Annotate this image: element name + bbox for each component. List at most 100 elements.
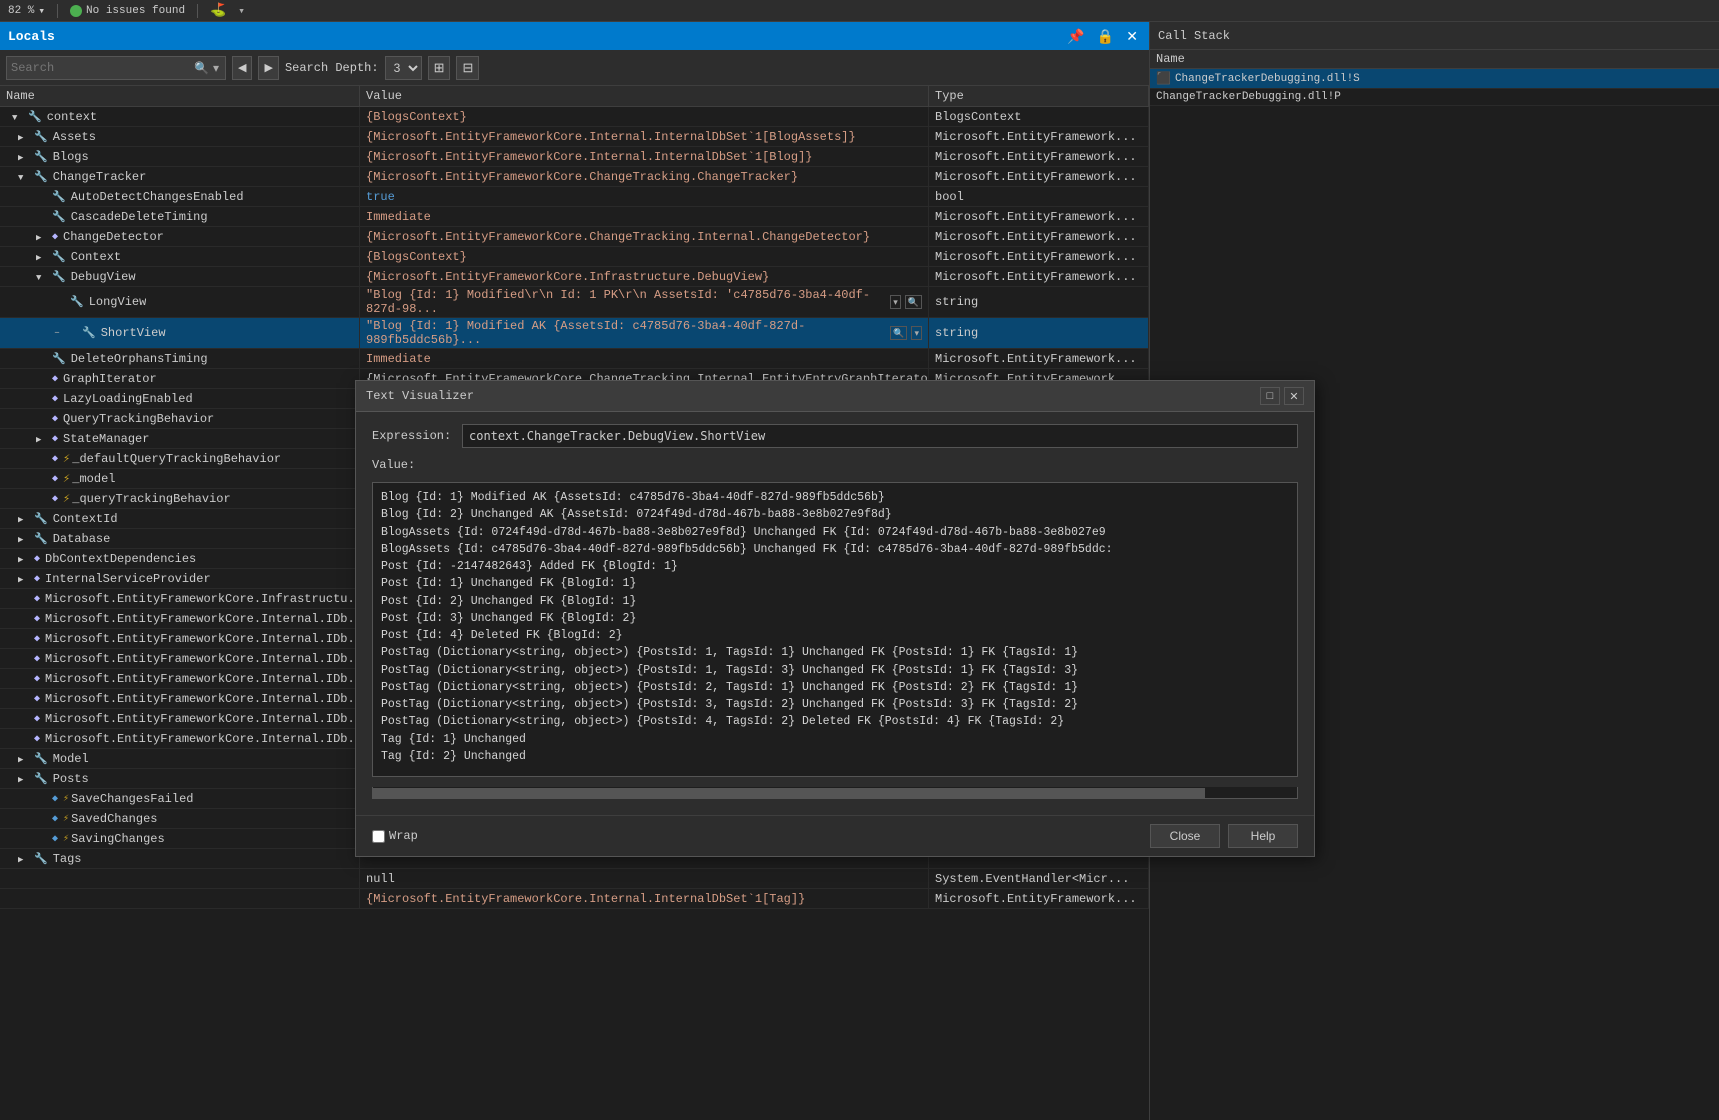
row-type: BlogsContext xyxy=(929,107,1149,126)
expand-isp[interactable] xyxy=(18,572,32,586)
expand-debugview[interactable] xyxy=(36,270,50,284)
table-row[interactable]: ◆ ChangeDetector {Microsoft.EntityFramew… xyxy=(0,227,1149,247)
row-name: 🔧 Blogs xyxy=(0,147,360,166)
expand-model[interactable] xyxy=(18,752,32,766)
row-type: Microsoft.EntityFramework... xyxy=(929,889,1149,908)
row-name: ◆ Microsoft.EntityFrameworkCore.Infrastr… xyxy=(0,589,360,608)
expand-contextid[interactable] xyxy=(18,512,32,526)
name-text: InternalServiceProvider xyxy=(45,572,211,586)
back-button[interactable]: ◀ xyxy=(232,56,252,80)
zoom-dropdown-icon[interactable]: ▾ xyxy=(38,4,45,18)
search-input-wrap[interactable]: 🔍 ▾ xyxy=(6,56,226,80)
table-row[interactable]: 🔧 Context {BlogsContext} Microsoft.Entit… xyxy=(0,247,1149,267)
row-name: 🔧 ChangeTracker xyxy=(0,167,360,186)
visualizer-dropdown-button[interactable]: ▾ xyxy=(911,326,922,340)
table-row[interactable]: {Microsoft.EntityFrameworkCore.Internal.… xyxy=(0,889,1149,909)
row-name: 🔧 LongView xyxy=(0,287,360,317)
name-text: ChangeTracker xyxy=(53,170,147,184)
search-depth-select[interactable]: 3 1 2 4 5 xyxy=(385,56,422,80)
callstack-row[interactable]: ⬛ ChangeTrackerDebugging.dll!S xyxy=(1150,69,1719,89)
table-row[interactable]: 🔧 DebugView {Microsoft.EntityFrameworkCo… xyxy=(0,267,1149,287)
expand-posts[interactable] xyxy=(18,772,32,786)
expand-tags[interactable] xyxy=(18,852,32,866)
event-prefix: ⚡ xyxy=(63,813,69,825)
expand-statemanager[interactable] xyxy=(36,432,50,446)
expand-database[interactable] xyxy=(18,532,32,546)
table-row[interactable]: 🔧 context {BlogsContext} BlogsContext xyxy=(0,107,1149,127)
expand-blogs[interactable] xyxy=(18,150,32,164)
diamond-icon: ◆ xyxy=(34,573,40,585)
name-text: context xyxy=(47,110,97,124)
forward-button[interactable]: ▶ xyxy=(258,56,278,80)
name-text: Context xyxy=(71,250,121,264)
value-textarea[interactable] xyxy=(372,482,1298,777)
table-row[interactable]: 🔧 Blogs {Microsoft.EntityFrameworkCore.I… xyxy=(0,147,1149,167)
visualizer-button[interactable]: ▾ xyxy=(890,295,901,309)
row-name: ◆ ⚡ SavingChanges xyxy=(0,829,360,848)
wrench-icon: 🔧 xyxy=(52,250,66,264)
name-text: LazyLoadingEnabled xyxy=(63,392,193,406)
row-name: 🔧 ContextId xyxy=(0,509,360,528)
wrap-checkbox[interactable] xyxy=(372,830,385,843)
expand-context[interactable] xyxy=(12,110,26,124)
wrap-label[interactable]: Wrap xyxy=(372,829,418,843)
visualizer-button[interactable]: 🔍 xyxy=(890,326,907,340)
dialog-close-button[interactable]: ✕ xyxy=(1284,387,1304,405)
search-input[interactable] xyxy=(11,61,192,75)
table-row[interactable]: 🔧 ChangeTracker {Microsoft.EntityFramewo… xyxy=(0,167,1149,187)
dropdown-icon[interactable]: ▾ xyxy=(238,4,245,18)
name-text: Database xyxy=(53,532,111,546)
row-type: string xyxy=(929,287,1149,317)
expand-context2[interactable] xyxy=(36,250,50,264)
table-row[interactable]: 🔧 AutoDetectChangesEnabled true bool xyxy=(0,187,1149,207)
wrap-text: Wrap xyxy=(389,829,418,843)
search-dropdown-button[interactable]: ▾ xyxy=(211,61,221,75)
refresh-button[interactable]: ⊟ xyxy=(456,56,479,80)
zoom-control[interactable]: 82 % ▾ xyxy=(8,4,45,18)
field-prefix: ⚡ xyxy=(63,491,70,506)
collapse-button[interactable]: ⊞ xyxy=(428,56,451,80)
row-value: {Microsoft.EntityFrameworkCore.ChangeTra… xyxy=(360,227,929,246)
row-name: 🔧 Context xyxy=(0,247,360,266)
dialog-maximize-button[interactable]: □ xyxy=(1260,387,1280,405)
row-value: {Microsoft.EntityFrameworkCore.ChangeTra… xyxy=(360,167,929,186)
pin-button[interactable]: 📌 xyxy=(1064,29,1087,43)
status-circle xyxy=(70,5,82,17)
expression-input[interactable] xyxy=(462,424,1298,448)
close-panel-button[interactable]: ✕ xyxy=(1123,29,1141,43)
name-text: Assets xyxy=(53,130,96,144)
search-toolbar: 🔍 ▾ ◀ ▶ Search Depth: 3 1 2 4 5 ⊞ ⊟ xyxy=(0,50,1149,86)
horizontal-scrollbar[interactable] xyxy=(372,787,1298,799)
expand-assets[interactable] xyxy=(18,130,32,144)
bookmark-icon[interactable]: ⛳ xyxy=(210,3,226,18)
callstack-row[interactable]: ChangeTrackerDebugging.dll!P xyxy=(1150,89,1719,106)
table-row[interactable]: – 🔧 ShortView "Blog {Id: 1} Modified AK … xyxy=(0,318,1149,349)
wrench-icon: 🔧 xyxy=(34,170,48,184)
search-magnifier-button[interactable]: 🔍 xyxy=(192,61,211,75)
expand-changetracker[interactable] xyxy=(18,170,32,184)
expand-dbcontextdeps[interactable] xyxy=(18,552,32,566)
no-issues-text: No issues found xyxy=(86,5,185,17)
visualizer-open-button[interactable]: 🔍 xyxy=(905,295,922,309)
help-button[interactable]: Help xyxy=(1228,824,1298,848)
row-type: Microsoft.EntityFramework... xyxy=(929,127,1149,146)
row-type: Microsoft.EntityFramework... xyxy=(929,147,1149,166)
table-row[interactable]: 🔧 CascadeDeleteTiming Immediate Microsof… xyxy=(0,207,1149,227)
table-row[interactable]: 🔧 LongView "Blog {Id: 1} Modified\r\n Id… xyxy=(0,287,1149,318)
row-type: Microsoft.EntityFramework... xyxy=(929,167,1149,186)
table-row[interactable]: 🔧 Assets {Microsoft.EntityFrameworkCore.… xyxy=(0,127,1149,147)
table-row[interactable]: null System.EventHandler<Micr... xyxy=(0,869,1149,889)
table-row[interactable]: 🔧 DeleteOrphansTiming Immediate Microsof… xyxy=(0,349,1149,369)
row-value: {Microsoft.EntityFrameworkCore.Internal.… xyxy=(360,889,929,908)
row-type: bool xyxy=(929,187,1149,206)
expand-changedetector[interactable] xyxy=(36,230,50,244)
locals-title: Locals xyxy=(8,29,55,44)
row-name: 🔧 Database xyxy=(0,529,360,548)
pin-alt-button[interactable]: 🔒 xyxy=(1094,29,1117,43)
col-value: Value xyxy=(360,86,929,106)
name-text: Microsoft.EntityFrameworkCore.Infrastruc… xyxy=(45,592,353,606)
wrench-icon: 🔧 xyxy=(34,852,48,866)
row-name: – 🔧 ShortView xyxy=(0,318,360,348)
close-button[interactable]: Close xyxy=(1150,824,1220,848)
name-text: QueryTrackingBehavior xyxy=(63,412,214,426)
